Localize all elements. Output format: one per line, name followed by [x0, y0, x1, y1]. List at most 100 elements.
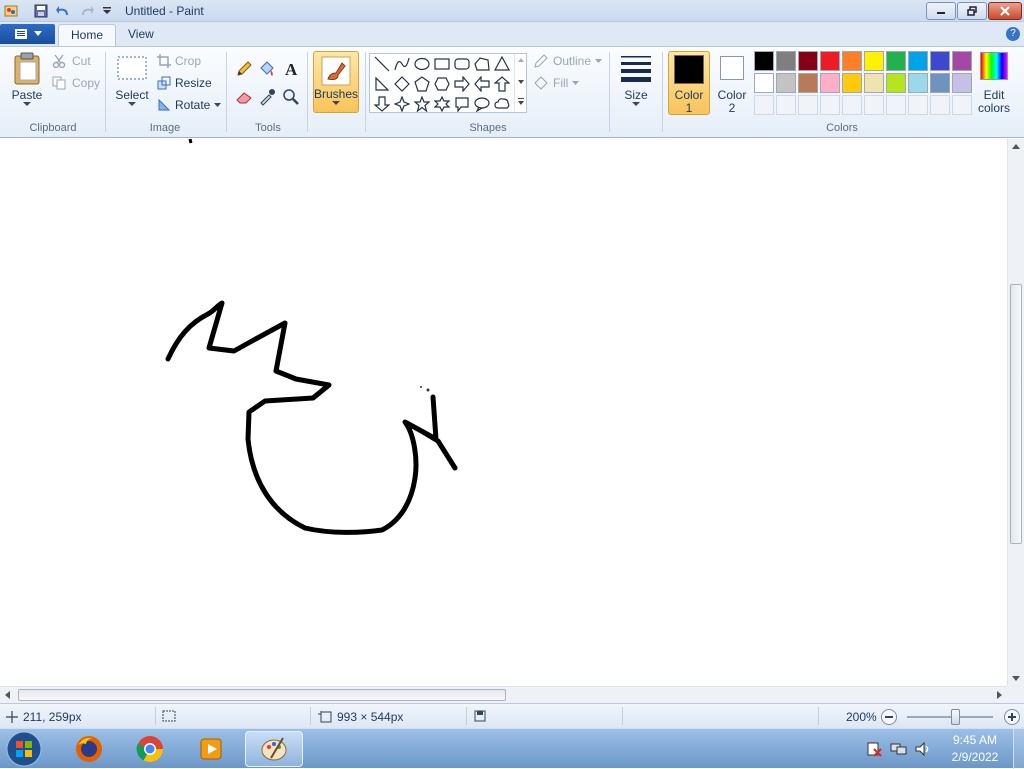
- rectangle-shape-icon[interactable]: [432, 54, 452, 74]
- custom-color-slot[interactable]: [886, 95, 906, 115]
- taskbar-firefox[interactable]: [60, 731, 118, 767]
- custom-color-slot[interactable]: [864, 95, 884, 115]
- start-button[interactable]: [4, 730, 44, 768]
- palette-swatch[interactable]: [930, 73, 950, 93]
- down-arrow-shape-icon[interactable]: [372, 94, 392, 114]
- color1-button[interactable]: Color 1: [668, 51, 710, 115]
- palette-swatch[interactable]: [864, 51, 884, 71]
- custom-color-slot[interactable]: [842, 95, 862, 115]
- horizontal-scroll-thumb[interactable]: [18, 689, 506, 701]
- palette-swatch[interactable]: [886, 51, 906, 71]
- zoom-in-button[interactable]: [1004, 709, 1020, 725]
- curve-shape-icon[interactable]: [392, 54, 412, 74]
- fill-button[interactable]: Fill: [533, 76, 580, 90]
- triangle-shape-icon[interactable]: [492, 54, 512, 74]
- cut-button[interactable]: Cut: [52, 54, 91, 68]
- custom-color-slot[interactable]: [930, 95, 950, 115]
- right-arrow-shape-icon[interactable]: [452, 74, 472, 94]
- redo-icon[interactable]: [78, 2, 96, 20]
- pentagon-shape-icon[interactable]: [412, 74, 432, 94]
- palette-swatch[interactable]: [776, 51, 796, 71]
- restore-button[interactable]: [957, 2, 987, 20]
- drawing-canvas[interactable]: [0, 138, 1007, 686]
- close-button[interactable]: [988, 2, 1022, 20]
- paint-app-icon[interactable]: [2, 2, 20, 20]
- five-point-star-shape-icon[interactable]: [412, 94, 432, 114]
- minimize-button[interactable]: [926, 2, 956, 20]
- color-picker-icon[interactable]: [256, 86, 278, 108]
- magnifier-icon[interactable]: [280, 86, 302, 108]
- palette-swatch[interactable]: [908, 73, 928, 93]
- clock[interactable]: 9:45 AM 2/9/2022: [946, 732, 1004, 766]
- show-desktop-button[interactable]: [1013, 729, 1024, 769]
- palette-swatch[interactable]: [842, 73, 862, 93]
- save-icon[interactable]: [32, 2, 50, 20]
- palette-swatch[interactable]: [820, 51, 840, 71]
- taskbar-paint[interactable]: [245, 731, 303, 767]
- custom-color-slot[interactable]: [820, 95, 840, 115]
- rotate-button[interactable]: Rotate: [157, 98, 222, 112]
- line-shape-icon[interactable]: [372, 54, 392, 74]
- horizontal-scrollbar[interactable]: [0, 686, 1007, 703]
- oval-callout-shape-icon[interactable]: [472, 94, 492, 114]
- diamond-shape-icon[interactable]: [392, 74, 412, 94]
- palette-swatch[interactable]: [908, 51, 928, 71]
- copy-button[interactable]: Copy: [52, 76, 100, 90]
- palette-swatch[interactable]: [754, 51, 774, 71]
- select-button[interactable]: Select: [113, 54, 151, 107]
- palette-swatch[interactable]: [798, 51, 818, 71]
- palette-swatch[interactable]: [952, 51, 972, 71]
- crop-button[interactable]: Crop: [157, 54, 201, 68]
- shapes-scroll[interactable]: [514, 54, 527, 112]
- pencil-icon[interactable]: [233, 58, 255, 80]
- color2-button[interactable]: Color 2: [712, 51, 752, 115]
- taskbar-media-player[interactable]: [182, 731, 240, 767]
- brushes-button[interactable]: Brushes: [313, 51, 359, 113]
- oval-shape-icon[interactable]: [412, 54, 432, 74]
- size-button[interactable]: Size: [617, 52, 655, 107]
- palette-swatch[interactable]: [820, 73, 840, 93]
- hexagon-shape-icon[interactable]: [432, 74, 452, 94]
- resize-button[interactable]: Resize: [157, 76, 212, 90]
- eraser-icon[interactable]: [233, 86, 255, 108]
- custom-color-slot[interactable]: [754, 95, 774, 115]
- zoom-out-button[interactable]: [881, 709, 897, 725]
- paste-button[interactable]: Paste: [8, 52, 46, 107]
- rounded-callout-shape-icon[interactable]: [452, 94, 472, 114]
- six-point-star-shape-icon[interactable]: [432, 94, 452, 114]
- text-tool-icon[interactable]: A: [280, 58, 302, 80]
- vertical-scrollbar[interactable]: [1007, 139, 1024, 686]
- help-icon[interactable]: ?: [1006, 27, 1020, 41]
- cloud-callout-shape-icon[interactable]: [492, 94, 512, 114]
- custom-color-slot[interactable]: [908, 95, 928, 115]
- paint-menu-button[interactable]: [0, 24, 55, 44]
- palette-swatch[interactable]: [864, 73, 884, 93]
- palette-swatch[interactable]: [754, 73, 774, 93]
- palette-swatch[interactable]: [930, 51, 950, 71]
- tab-view[interactable]: View: [116, 24, 166, 46]
- volume-icon[interactable]: [914, 741, 932, 760]
- right-triangle-shape-icon[interactable]: [372, 74, 392, 94]
- polygon-shape-icon[interactable]: [472, 54, 492, 74]
- palette-swatch[interactable]: [842, 51, 862, 71]
- edit-colors-button[interactable]: Edit colors: [975, 52, 1013, 114]
- palette-swatch[interactable]: [952, 73, 972, 93]
- four-point-star-shape-icon[interactable]: [392, 94, 412, 114]
- custom-color-slot[interactable]: [798, 95, 818, 115]
- custom-color-slot[interactable]: [952, 95, 972, 115]
- vertical-scroll-thumb[interactable]: [1010, 284, 1022, 544]
- palette-swatch[interactable]: [776, 73, 796, 93]
- left-arrow-shape-icon[interactable]: [472, 74, 492, 94]
- custom-color-slot[interactable]: [776, 95, 796, 115]
- palette-swatch[interactable]: [798, 73, 818, 93]
- zoom-slider-track[interactable]: [907, 716, 993, 718]
- zoom-slider-thumb[interactable]: [951, 709, 960, 725]
- tab-home[interactable]: Home: [58, 24, 117, 46]
- customize-quick-access-icon[interactable]: [98, 2, 116, 20]
- taskbar-chrome[interactable]: [121, 731, 179, 767]
- outline-button[interactable]: Outline: [533, 54, 603, 68]
- up-arrow-shape-icon[interactable]: [492, 74, 512, 94]
- palette-swatch[interactable]: [886, 73, 906, 93]
- rounded-rectangle-shape-icon[interactable]: [452, 54, 472, 74]
- network-icon[interactable]: [890, 741, 908, 760]
